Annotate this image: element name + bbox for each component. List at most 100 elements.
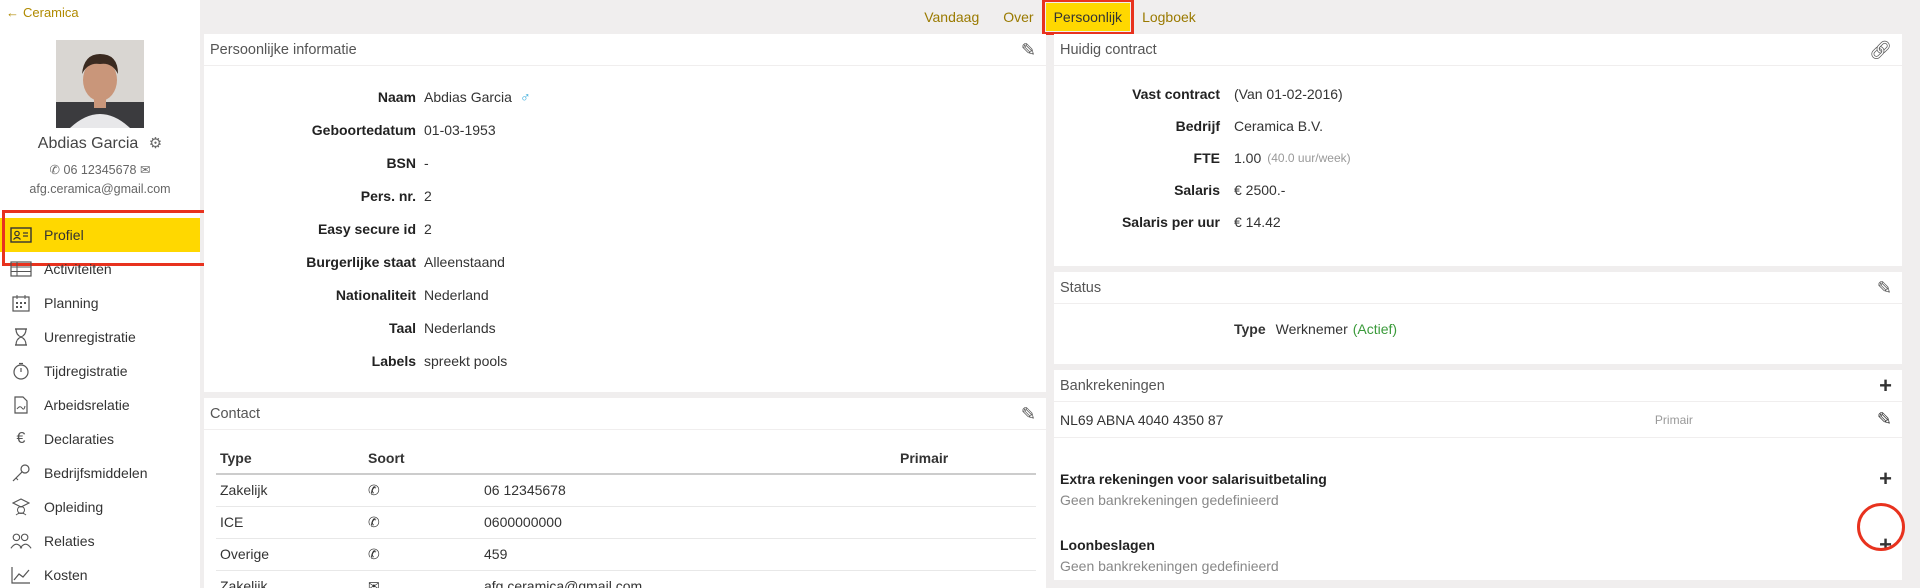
status-panel: Status ✎ Type Werknemer (Actief) [1054,272,1902,364]
male-icon: ♂ [519,88,531,105]
personal-info-header: Persoonlijke informatie ✎ [204,34,1046,66]
back-link[interactable]: ← Ceramica [6,5,79,20]
contract-title: Huidig contract [1060,41,1157,58]
calendar-icon [10,294,32,312]
id-card-icon [10,226,32,244]
pencil-icon[interactable]: ✎ [1021,41,1036,59]
contact-header: Contact ✎ [204,398,1046,430]
table-header-row: Type Soort Primair [216,442,1036,475]
tab-persoonlijk[interactable]: Persoonlijk [1041,0,1135,35]
sidebar-item-urenregistratie[interactable]: Urenregistratie [0,320,200,354]
sidebar-item-label: Relaties [44,533,95,549]
field-vast-contract: Vast contract (Van 01-02-2016) [1054,78,1902,110]
key-icon [10,464,32,482]
field-taal: Taal Nederlands [204,311,1046,344]
field-label: Burgerlijke staat [306,253,416,270]
bank-panel: Bankrekeningen + NL69 ABNA 4040 4350 87 … [1054,370,1902,580]
field-label: Nationaliteit [335,286,416,303]
loonbeslagen-title: Loonbeslagen [1060,537,1155,553]
sidebar-item-label: Opleiding [44,499,104,515]
field-fte: FTE 1.00 (40.0 uur/week) [1054,142,1902,174]
bank-account-number: NL69 ABNA 4040 4350 87 [1060,411,1224,428]
contact-value: afg.ceramica@gmail.com [480,570,896,588]
tab-logboek[interactable]: Logboek [1130,9,1208,25]
mail-icon: ✉ [368,577,380,588]
table-row: Zakelijk ✉ afg.ceramica@gmail.com [216,570,1036,588]
contract-panel: Huidig contract 🔗︎ Vast contract (Van 01… [1054,34,1902,266]
field-label: FTE [1193,150,1220,166]
sidebar-item-arbeidsrelatie[interactable]: Arbeidsrelatie [0,388,200,422]
sidebar-item-profiel[interactable]: Profiel [0,210,207,266]
field-naam: Naam Abdias Garcia ♂ [204,80,1046,113]
field-label: BSN [386,154,416,171]
user-email: afg.ceramica@gmail.com [29,182,171,196]
gear-icon[interactable]: ⚙ [149,134,162,152]
field-label: Naam [377,88,416,105]
field-salaris: Salaris € 2500.- [1054,174,1902,206]
field-label: Vast contract [1132,86,1220,102]
loonbeslagen-empty: Geen bankrekeningen gedefinieerd [1060,558,1279,574]
contact-panel: Contact ✎ Type Soort Primair Zakelijk ✆ … [204,398,1046,588]
field-geboortedatum: Geboortedatum 01-03-1953 [204,113,1046,146]
pencil-icon[interactable]: ✎ [1877,279,1892,297]
arrow-left-icon: ← [6,5,19,20]
field-label: Salaris [1174,182,1220,198]
field-pers-nr: Pers. nr. 2 [204,179,1046,212]
personal-info-title: Persoonlijke informatie [210,41,357,58]
sidebar-item-relaties[interactable]: Relaties [0,524,200,558]
field-value: 2 [424,187,432,204]
status-label: Type [1234,321,1266,337]
pencil-icon[interactable]: ✎ [1021,405,1036,423]
contact-title: Contact [210,405,260,422]
field-label: Pers. nr. [360,187,416,204]
sidebar-item-label: Declaraties [44,431,115,447]
table-row: Zakelijk ✆ 06 12345678 [216,474,1036,507]
sidebar-item-opleiding[interactable]: Opleiding [0,490,200,524]
table-icon [10,260,32,278]
top-nav: Vandaag Over Persoonlijk Logboek [200,0,1920,35]
status-badge: (Actief) [1352,321,1398,337]
tab-over[interactable]: Over [991,9,1045,25]
mail-icon[interactable]: ✉ [140,163,150,177]
loonbeslagen-header: Loonbeslagen + [1054,532,1902,558]
sidebar-item-label: Urenregistratie [44,329,136,345]
add-bank-account-button[interactable]: + [1879,374,1892,397]
sidebar-item-tijdregistratie[interactable]: Tijdregistratie [0,354,200,388]
field-label: Bedrijf [1175,118,1220,134]
sidebar-item-planning[interactable]: Planning [0,286,200,320]
avatar [56,40,144,128]
sidebar-item-bedrijfsmiddelen[interactable]: Bedrijfsmiddelen [0,456,200,490]
sidebar-item-activiteiten[interactable]: Activiteiten [0,252,200,286]
user-name: Abdias Garcia ⚙ [0,134,200,153]
sidebar: ← Ceramica Abdias Garcia ⚙ ✆ 06 12345678… [0,0,207,588]
contact-value: 06 12345678 [480,474,896,507]
field-nationaliteit: Nationaliteit Nederland [204,278,1046,311]
sidebar-item-label: Profiel [44,227,84,243]
table-row: Overige ✆ 459 [216,538,1036,571]
contact-value: 0600000000 [480,506,896,539]
pencil-icon[interactable]: ✎ [1877,409,1892,430]
highlight-circle [1857,503,1905,551]
sidebar-item-label: Bedrijfsmiddelen [44,465,148,481]
user-name-text: Abdias Garcia [37,135,139,152]
field-value: 1.00 [1234,150,1262,166]
add-extra-account-button[interactable]: + [1879,468,1892,490]
fte-hours: (40.0 uur/week) [1267,151,1351,165]
sidebar-item-declaraties[interactable]: € Declaraties [0,422,200,456]
personal-info-fields: Naam Abdias Garcia ♂ Geboortedatum 01-03… [204,66,1046,377]
field-value: Nederland [424,286,489,303]
extra-accounts-empty: Geen bankrekeningen gedefinieerd [1060,492,1279,508]
sidebar-item-kosten[interactable]: Kosten [0,558,200,588]
field-value: Abdias Garcia [424,88,512,105]
sidebar-item-label: Arbeidsrelatie [44,397,130,413]
status-value: Werknemer [1275,321,1348,337]
column-header-type: Type [216,442,364,475]
column-header-value [480,442,896,475]
status-row: Type Werknemer (Actief) [1054,304,1902,354]
tab-vandaag[interactable]: Vandaag [912,9,991,25]
hourglass-icon [10,328,32,346]
field-value: Alleenstaand [424,253,505,270]
link-icon[interactable]: 🔗︎ [1869,41,1892,59]
phone-icon: ✆ [368,545,380,562]
sidebar-item-label: Tijdregistratie [44,363,128,379]
